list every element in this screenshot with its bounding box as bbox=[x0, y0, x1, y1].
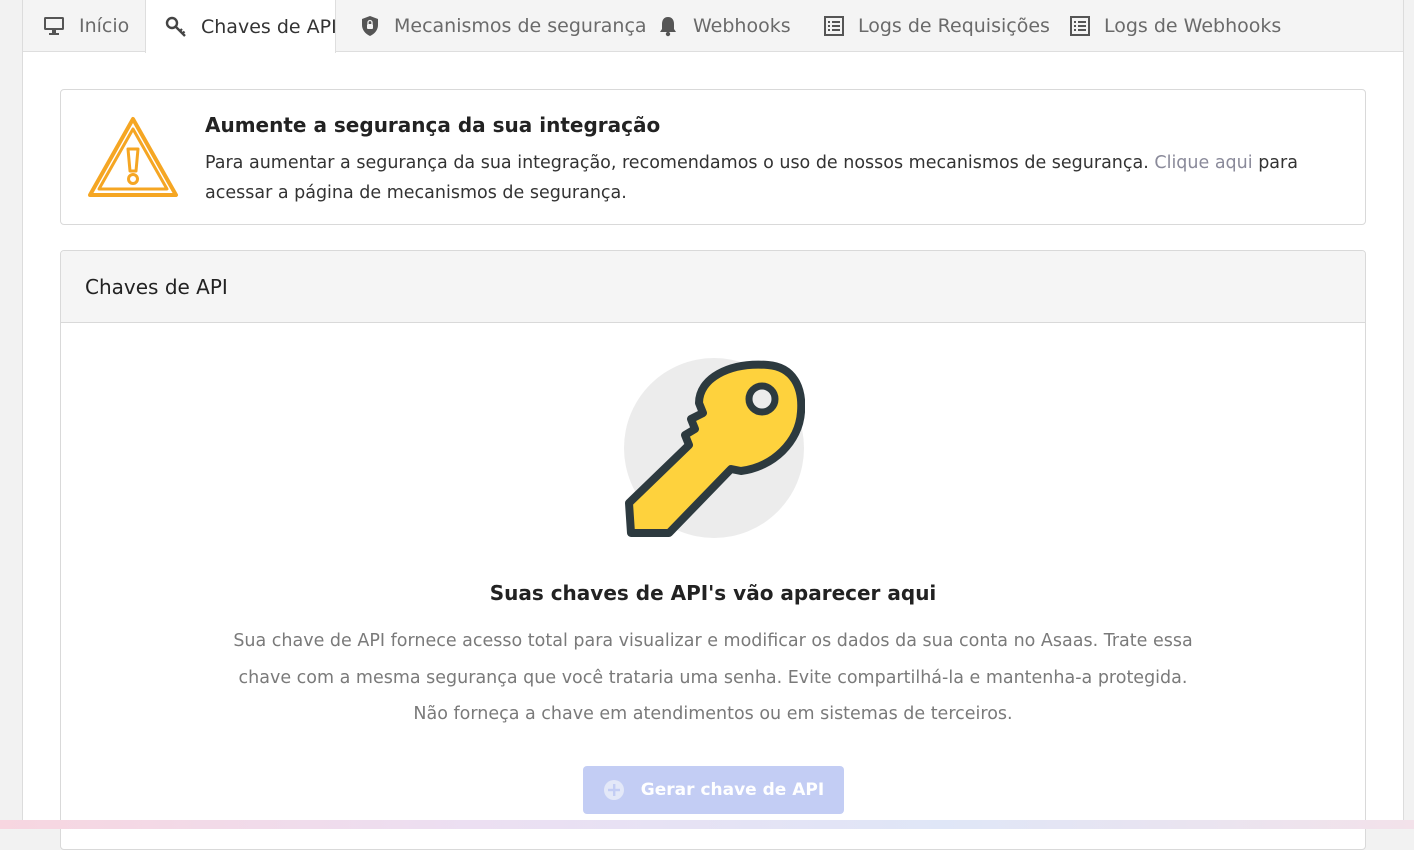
main-panel: Início Chaves de API Mecanismos de segur… bbox=[23, 0, 1404, 850]
list-icon bbox=[1070, 15, 1090, 37]
monitor-icon bbox=[43, 15, 65, 37]
bell-icon bbox=[657, 15, 679, 37]
security-mechanisms-link[interactable]: Clique aqui bbox=[1154, 153, 1252, 173]
tab-inicio[interactable]: Início bbox=[23, 0, 145, 52]
tab-bar: Início Chaves de API Mecanismos de segur… bbox=[23, 0, 1403, 53]
list-icon bbox=[824, 15, 844, 37]
alert-text-before: Para aumentar a segurança da sua integra… bbox=[205, 153, 1155, 173]
right-rail bbox=[1404, 0, 1414, 829]
tab-label: Mecanismos de segurança bbox=[394, 15, 647, 37]
key-illustration bbox=[623, 357, 806, 539]
tab-chaves-de-api[interactable]: Chaves de API bbox=[145, 0, 337, 53]
card-title: Chaves de API bbox=[61, 251, 1365, 323]
bottom-gradient-strip bbox=[0, 820, 1414, 829]
alert-title: Aumente a segurança da sua integração bbox=[205, 113, 661, 137]
tab-label: Início bbox=[79, 15, 130, 37]
security-alert: Aumente a segurança da sua integração Pa… bbox=[60, 89, 1366, 225]
tab-mecanismos-de-seguranca[interactable]: Mecanismos de segurança bbox=[336, 0, 647, 52]
api-keys-card: Chaves de API Suas chaves de API's vão a… bbox=[60, 250, 1366, 850]
tab-logs-de-requisicoes[interactable]: Logs de Requisições bbox=[793, 0, 1050, 52]
alert-text: Para aumentar a segurança da sua integra… bbox=[205, 148, 1345, 208]
tab-label: Chaves de API bbox=[201, 15, 337, 38]
generate-api-key-button[interactable]: Gerar chave de API bbox=[583, 766, 844, 814]
generate-api-key-label: Gerar chave de API bbox=[640, 780, 825, 800]
key-icon bbox=[165, 16, 187, 38]
plus-circle-icon bbox=[603, 779, 625, 801]
warning-icon bbox=[86, 115, 180, 201]
left-rail bbox=[0, 0, 23, 829]
empty-state-text: Sua chave de API fornece acesso total pa… bbox=[233, 631, 1193, 724]
tab-label: Webhooks bbox=[693, 15, 791, 37]
shield-icon bbox=[360, 15, 380, 37]
tab-label: Logs de Requisições bbox=[858, 15, 1050, 37]
tab-label: Logs de Webhooks bbox=[1104, 15, 1282, 37]
tab-logs-de-webhooks[interactable]: Logs de Webhooks bbox=[1039, 0, 1281, 52]
empty-state-title: Suas chaves de API's vão aparecer aqui bbox=[489, 581, 937, 605]
tab-webhooks[interactable]: Webhooks bbox=[633, 0, 793, 52]
